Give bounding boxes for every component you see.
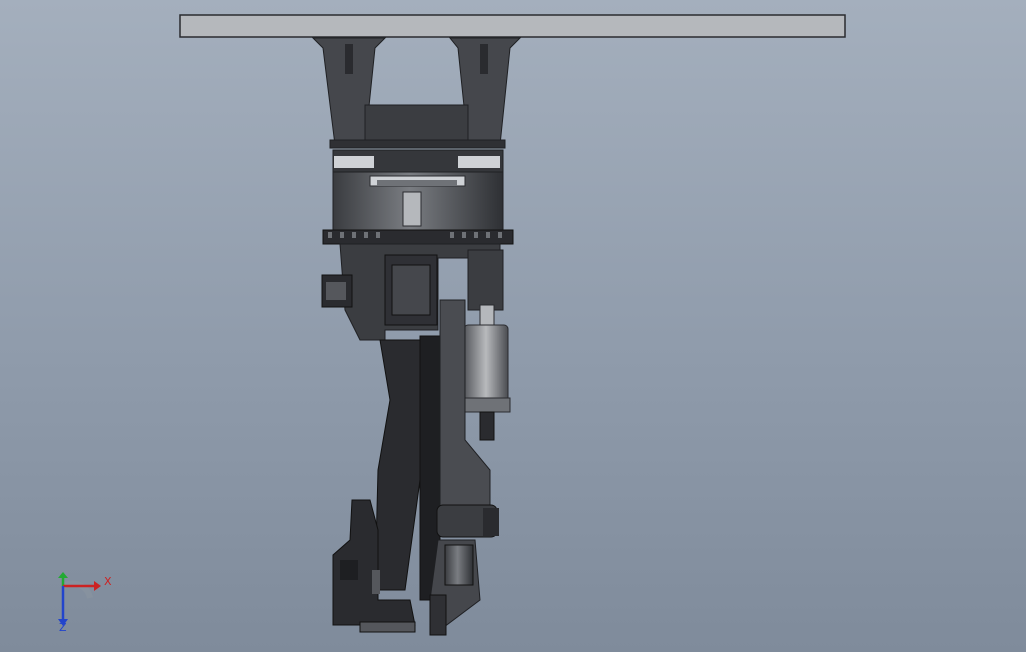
robot-arm-model[interactable] — [0, 0, 1026, 652]
turret-housing[interactable] — [322, 171, 514, 245]
z-axis-label: Z — [59, 621, 67, 634]
orientation-triad[interactable]: X Z — [50, 572, 120, 636]
mounting-plate[interactable] — [179, 14, 846, 38]
x-axis-label: X — [104, 575, 112, 588]
balance-cylinder[interactable] — [461, 304, 511, 441]
cad-viewport[interactable]: X Z — [0, 0, 1026, 652]
upper-bracket[interactable] — [311, 37, 522, 173]
